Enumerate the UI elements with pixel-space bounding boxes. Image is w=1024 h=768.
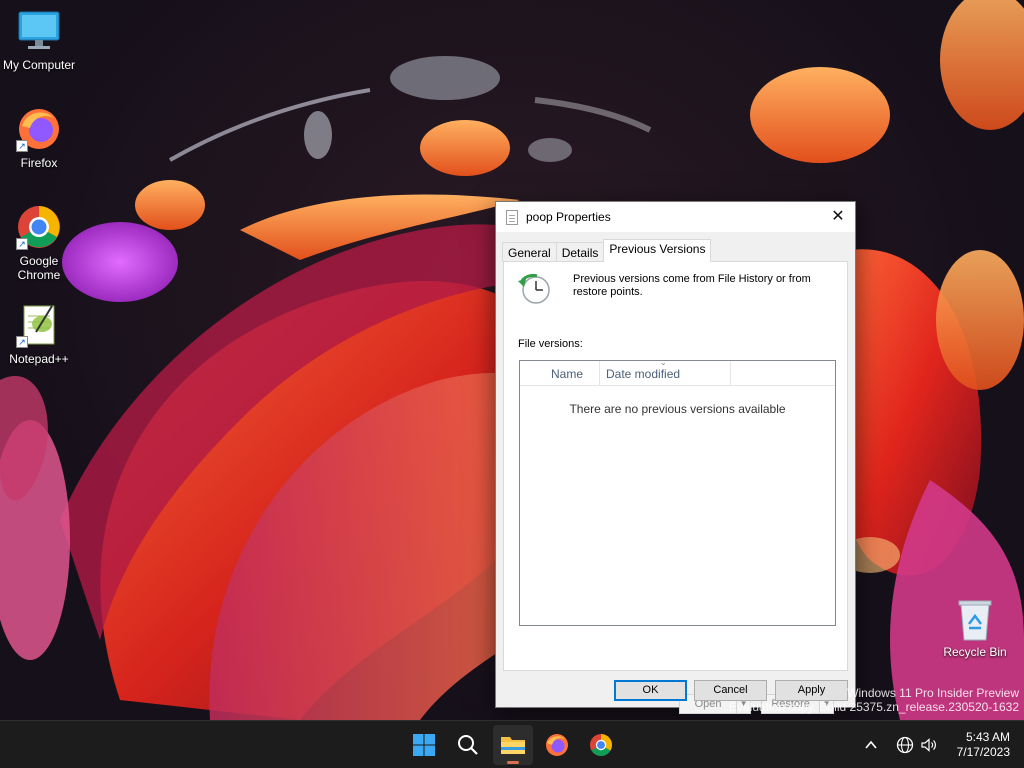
list-header: Name ⌄ Date modified xyxy=(520,358,835,386)
monitor-icon xyxy=(16,8,62,54)
start-icon xyxy=(413,734,435,756)
clock-date: 7/17/2023 xyxy=(956,745,1010,759)
volume-icon[interactable] xyxy=(920,736,938,754)
notepadpp-icon: ↗ xyxy=(16,302,62,348)
desktop-icon-label: Google Chrome xyxy=(17,254,61,282)
taskbar-clock[interactable]: 5:43 AM 7/17/2023 xyxy=(957,730,1010,760)
column-header-date-label: Date modified xyxy=(606,367,681,381)
active-indicator xyxy=(507,761,519,764)
tab-strip: General Details Previous Versions xyxy=(502,239,712,262)
document-icon xyxy=(506,209,518,225)
shortcut-arrow-icon: ↗ xyxy=(16,140,28,152)
desktop-icon-notepadpp[interactable]: ↗ Notepad++ xyxy=(0,302,78,366)
watermark-line-1: Windows 11 Pro Insider Preview xyxy=(847,686,1019,700)
dialog-title: poop Properties xyxy=(526,210,611,224)
restore-clock-icon xyxy=(517,273,551,307)
desktop-icon-google-chrome[interactable]: ↗ Google Chrome xyxy=(0,204,78,282)
ok-button[interactable]: OK xyxy=(614,680,687,701)
empty-list-message: There are no previous versions available xyxy=(569,402,786,416)
properties-dialog: poop Properties ✕ General Details Previo… xyxy=(495,201,856,714)
info-text: Previous versions come from File History… xyxy=(573,273,811,298)
desktop-icon-my-computer[interactable]: My Computer xyxy=(0,8,78,72)
system-tray xyxy=(864,721,938,768)
start-button[interactable] xyxy=(404,725,444,765)
info-row: Previous versions come from File History… xyxy=(517,273,833,307)
clock-time: 5:43 AM xyxy=(965,730,1010,744)
desktop-icon-label: Firefox xyxy=(20,156,58,170)
shortcut-arrow-icon: ↗ xyxy=(16,238,28,250)
chrome-icon: ↗ xyxy=(16,204,62,250)
search-icon xyxy=(458,735,478,755)
desktop-icon-label: Recycle Bin xyxy=(943,645,1007,659)
desktop-icon-label: Notepad++ xyxy=(9,352,69,366)
tab-previous-versions[interactable]: Previous Versions xyxy=(603,239,712,262)
watermark-line-2: Evaluation copy. Build 25375.zn_release.… xyxy=(729,700,1019,714)
taskbar: 5:43 AM 7/17/2023 xyxy=(0,720,1024,768)
dialog-titlebar[interactable]: poop Properties ✕ xyxy=(496,202,855,232)
desktop-icon-label: My Computer xyxy=(2,58,76,72)
close-icon: ✕ xyxy=(831,208,845,225)
taskbar-firefox[interactable] xyxy=(537,725,577,765)
firefox-icon xyxy=(546,734,568,756)
desktop-icon-recycle-bin[interactable]: Recycle Bin xyxy=(940,598,1010,659)
file-explorer-icon xyxy=(501,737,525,754)
column-header-date-modified[interactable]: ⌄ Date modified xyxy=(600,358,731,385)
column-header-name[interactable]: Name xyxy=(520,361,600,385)
file-versions-label: File versions: xyxy=(518,338,583,350)
desktop-icon-firefox[interactable]: ↗ Firefox xyxy=(0,106,78,170)
tab-general[interactable]: General xyxy=(502,242,557,262)
taskbar-chrome[interactable] xyxy=(581,725,621,765)
chevron-up-icon[interactable] xyxy=(864,738,878,752)
recycle-bin-icon xyxy=(958,600,992,641)
firefox-icon: ↗ xyxy=(16,106,62,152)
chrome-icon xyxy=(590,734,612,756)
file-versions-list[interactable]: Name ⌄ Date modified There are no previo… xyxy=(519,358,836,626)
taskbar-file-explorer[interactable] xyxy=(493,725,533,765)
evaluation-watermark: Windows 11 Pro Insider Preview Evaluatio… xyxy=(729,686,1019,714)
taskbar-search-button[interactable] xyxy=(448,725,488,765)
sort-arrow-icon: ⌄ xyxy=(660,358,667,367)
shortcut-arrow-icon: ↗ xyxy=(16,336,28,348)
tab-details[interactable]: Details xyxy=(555,242,605,262)
network-globe-icon[interactable] xyxy=(896,736,914,754)
previous-versions-panel: Previous versions come from File History… xyxy=(503,261,848,714)
close-button[interactable]: ✕ xyxy=(825,204,851,230)
